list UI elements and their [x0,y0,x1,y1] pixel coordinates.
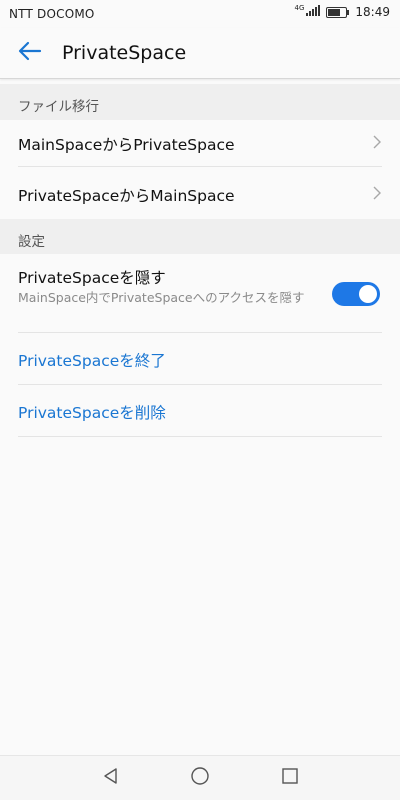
chevron-right-icon [372,185,382,205]
section-header-label: ファイル移行 [18,99,99,115]
carrier-name: NTT DOCOMO [9,7,95,21]
app-bar: PrivateSpace [0,28,400,79]
arrow-left-icon [18,41,42,65]
hide-private-space-description: MainSpace内でPrivateSpaceへのアクセスを隠す [18,290,305,305]
main-to-private-item[interactable]: MainSpaceからPrivateSpace [0,120,400,167]
recents-square-icon [281,767,299,789]
private-to-main-label: PrivateSpaceからMainSpace [18,187,235,205]
network-type: 4G [294,3,305,12]
main-to-private-label: MainSpaceからPrivateSpace [18,136,235,154]
delete-private-space-item[interactable]: PrivateSpaceを削除 [0,385,400,437]
hide-private-space-label: PrivateSpaceを隠す [18,269,166,287]
private-to-main-item[interactable]: PrivateSpaceからMainSpace [0,167,400,219]
status-bar: NTT DOCOMO 4G 18:49 [0,0,400,28]
hide-private-space-toggle[interactable] [332,282,380,306]
nav-recents-button[interactable] [278,766,302,790]
navigation-bar [0,755,400,800]
back-triangle-icon [102,767,120,789]
section-header-file-transfer: ファイル移行 [0,84,400,120]
exit-private-space-label: PrivateSpaceを終了 [18,352,166,370]
chevron-right-icon [372,134,382,154]
delete-private-space-label: PrivateSpaceを削除 [18,404,166,422]
toggle-knob [359,285,377,303]
back-button[interactable] [14,38,46,68]
page-title: PrivateSpace [62,42,187,64]
home-circle-icon [190,766,210,790]
section-header-settings: 設定 [0,219,400,254]
section-header-label: 設定 [18,234,45,250]
divider [18,436,382,437]
nav-back-button[interactable] [99,766,123,790]
signal-icon [306,5,321,19]
exit-private-space-item[interactable]: PrivateSpaceを終了 [0,333,400,385]
battery-icon [326,6,350,18]
status-icons: 4G 18:49 [294,3,390,19]
hide-private-space-item[interactable]: PrivateSpaceを隠す MainSpace内でPrivateSpaceへ… [0,254,400,333]
nav-home-button[interactable] [188,766,212,790]
clock: 18:49 [355,5,390,19]
